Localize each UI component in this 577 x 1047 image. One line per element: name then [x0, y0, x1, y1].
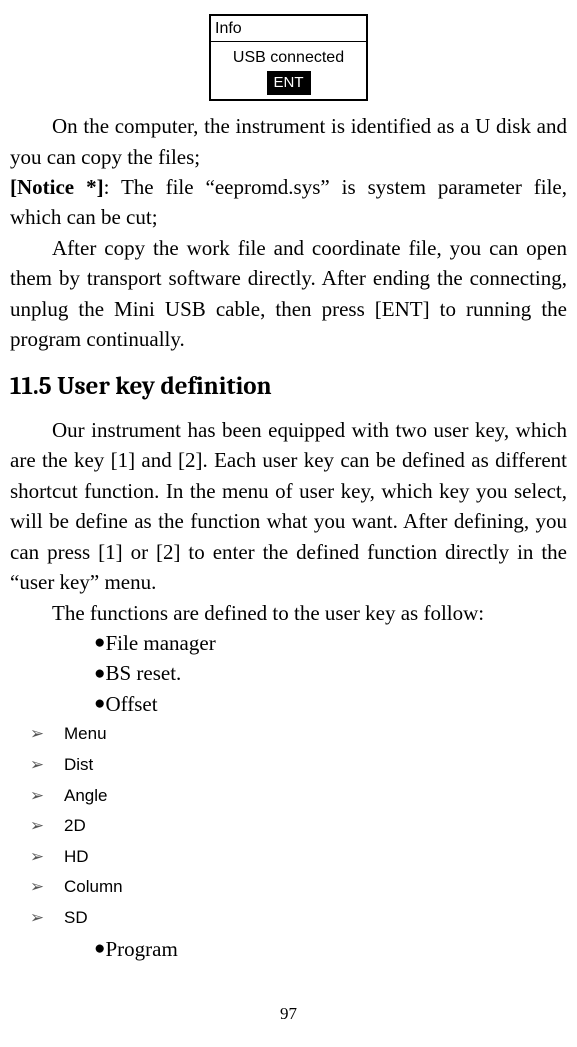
sublist-label: Angle — [64, 786, 107, 805]
list-item: ➢SD — [10, 903, 567, 934]
sublist-label: SD — [64, 908, 88, 927]
paragraph-notice: [Notice *]: The file “eepromd.sys” is sy… — [10, 172, 567, 233]
ent-button[interactable]: ENT — [267, 71, 311, 95]
chevron-right-icon: ➢ — [10, 845, 64, 870]
sublist-label: Column — [64, 877, 123, 896]
info-dialog-title: Info — [211, 16, 366, 42]
bullet-file-manager: ●File manager — [10, 628, 567, 658]
sublist-label: Menu — [64, 724, 107, 743]
paragraph-computer: On the computer, the instrument is ident… — [10, 111, 567, 172]
notice-label: [Notice *] — [10, 175, 104, 199]
bullet-label: Program — [105, 937, 177, 961]
chevron-right-icon: ➢ — [10, 875, 64, 900]
chevron-right-icon: ➢ — [10, 784, 64, 809]
list-item: ➢Column — [10, 872, 567, 903]
chevron-right-icon: ➢ — [10, 753, 64, 778]
bullet-program: ●Program — [10, 934, 567, 964]
bullet-label: Offset — [105, 692, 157, 716]
bullet-label: BS reset. — [105, 661, 181, 685]
paragraph-after-copy: After copy the work file and coordinate … — [10, 233, 567, 355]
list-item: ➢Angle — [10, 781, 567, 812]
bullet-label: File manager — [105, 631, 215, 655]
section-heading: 11.5 User key definition — [10, 369, 567, 405]
list-item: ➢Menu — [10, 719, 567, 750]
paragraph-instrument: Our instrument has been equipped with tw… — [10, 415, 567, 598]
offset-sublist: ➢Menu ➢Dist ➢Angle ➢2D ➢HD ➢Column ➢SD — [10, 719, 567, 933]
sublist-label: 2D — [64, 816, 86, 835]
chevron-right-icon: ➢ — [10, 814, 64, 839]
bullet-bs-reset: ●BS reset. — [10, 658, 567, 688]
list-item: ➢2D — [10, 811, 567, 842]
list-item: ➢HD — [10, 842, 567, 873]
chevron-right-icon: ➢ — [10, 906, 64, 931]
list-item: ➢Dist — [10, 750, 567, 781]
bullet-offset: ●Offset — [10, 689, 567, 719]
info-dialog-message: USB connected — [211, 42, 366, 71]
sublist-label: Dist — [64, 755, 93, 774]
sublist-label: HD — [64, 847, 89, 866]
paragraph-functions-intro: The functions are defined to the user ke… — [10, 598, 567, 628]
chevron-right-icon: ➢ — [10, 722, 64, 747]
info-dialog: Info USB connected ENT — [209, 14, 368, 101]
page-number: 97 — [10, 1002, 567, 1027]
